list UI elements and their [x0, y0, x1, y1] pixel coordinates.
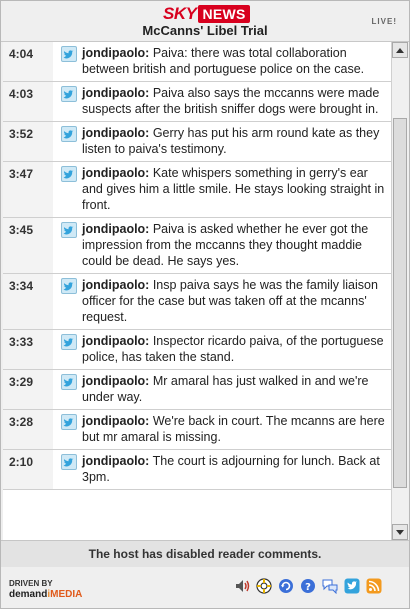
- entry-body: jondipaolo: Paiva is asked whether he ev…: [53, 218, 391, 273]
- comments-icon[interactable]: [321, 577, 339, 595]
- entry-author[interactable]: jondipaolo:: [82, 126, 149, 140]
- refresh-icon[interactable]: [277, 577, 295, 595]
- entry-text: jondipaolo: Paiva: there was total colla…: [82, 45, 385, 77]
- entry-author[interactable]: jondipaolo:: [82, 46, 149, 60]
- twitter-bird-icon: [61, 334, 77, 350]
- entry-text: jondipaolo: Insp paiva says he was the f…: [82, 277, 385, 325]
- event-title: McCanns' Libel Trial: [142, 23, 268, 38]
- twitter-bird-icon: [61, 454, 77, 470]
- entry-text: jondipaolo: Kate whispers something in g…: [82, 165, 385, 213]
- feed-entry: 3:47 jondipaolo: Kate whispers something …: [3, 162, 391, 218]
- entry-body: jondipaolo: Kate whispers something in g…: [53, 162, 391, 217]
- entry-time: 3:34: [9, 279, 34, 293]
- entry-time: 3:29: [9, 375, 34, 389]
- entry-time: 2:10: [9, 455, 34, 469]
- entry-text: jondipaolo: Paiva is asked whether he ev…: [82, 221, 385, 269]
- entry-author[interactable]: jondipaolo:: [82, 86, 149, 100]
- entry-time: 4:03: [9, 87, 34, 101]
- brand-media: MEDIA: [50, 589, 83, 600]
- svg-text:?: ?: [305, 582, 311, 593]
- feed-entry: 3:28 jondipaolo: We're back in court. The…: [3, 410, 391, 450]
- scroll-up-button[interactable]: [392, 42, 408, 58]
- entry-author[interactable]: jondipaolo:: [82, 414, 149, 428]
- entry-time: 3:33: [9, 335, 34, 349]
- entry-time: 3:28: [9, 415, 34, 429]
- entry-time: 3:47: [9, 167, 34, 181]
- entry-text: jondipaolo: Paiva also says the mccanns …: [82, 85, 385, 117]
- entry-author[interactable]: jondipaolo:: [82, 454, 149, 468]
- speaker-icon[interactable]: [233, 577, 251, 595]
- entry-time: 3:45: [9, 223, 34, 237]
- twitter-bird-icon: [61, 46, 77, 62]
- widget-footer: DRIVEN BY demandiMEDIA ?: [1, 567, 409, 608]
- feed-entry: 3:45 jondipaolo: Paiva is asked whether h…: [3, 218, 391, 274]
- widget-header: SKY NEWS McCanns' Libel Trial LIVE!: [1, 1, 409, 42]
- entry-author[interactable]: jondipaolo:: [82, 166, 149, 180]
- entry-text: jondipaolo: The court is adjourning for …: [82, 453, 385, 485]
- arrow-down-icon: [396, 529, 404, 535]
- coveritlive-widget: SKY NEWS McCanns' Libel Trial LIVE! 4:04…: [0, 0, 410, 609]
- entry-body: jondipaolo: We're back in court. The mca…: [53, 410, 391, 449]
- footer-toolbar: ?: [233, 577, 383, 595]
- entry-body: jondipaolo: The court is adjourning for …: [53, 450, 391, 489]
- entry-body: jondipaolo: Mr amaral has just walked in…: [53, 370, 391, 409]
- feed-entry: 3:29 jondipaolo: Mr amaral has just walke…: [3, 370, 391, 410]
- twitter-bird-icon: [61, 86, 77, 102]
- entry-text: jondipaolo: We're back in court. The mca…: [82, 413, 385, 445]
- twitter-icon[interactable]: [343, 577, 361, 595]
- demand-media-logo[interactable]: demandiMEDIA: [9, 589, 82, 600]
- twitter-bird-icon: [61, 278, 77, 294]
- entry-body: jondipaolo: Paiva also says the mccanns …: [53, 82, 391, 121]
- sky-news-logo: SKY NEWS: [163, 4, 250, 23]
- entry-time: 3:52: [9, 127, 34, 141]
- entry-author[interactable]: jondipaolo:: [82, 374, 149, 388]
- twitter-bird-icon: [61, 126, 77, 142]
- help-icon[interactable]: ?: [299, 577, 317, 595]
- entry-author[interactable]: jondipaolo:: [82, 334, 149, 348]
- entry-body: jondipaolo: Gerry has put his arm round …: [53, 122, 391, 161]
- twitter-bird-icon: [61, 374, 77, 390]
- comments-disabled-notice: The host has disabled reader comments.: [1, 540, 409, 568]
- live-indicator: LIVE!: [371, 17, 397, 26]
- feed-entry: 2:10 jondipaolo: The court is adjourning …: [3, 450, 391, 490]
- entry-author[interactable]: jondipaolo:: [82, 222, 149, 236]
- entry-time: 4:04: [9, 47, 34, 61]
- entry-body: jondipaolo: Inspector ricardo paiva, of …: [53, 330, 391, 369]
- feed-entry: 4:03 jondipaolo: Paiva also says the mcca…: [3, 82, 391, 122]
- feed-entry: 3:33 jondipaolo: Inspector ricardo paiva,…: [3, 330, 391, 370]
- twitter-bird-icon: [61, 166, 77, 182]
- arrow-up-icon: [396, 47, 404, 53]
- entry-body: jondipaolo: Insp paiva says he was the f…: [53, 274, 391, 329]
- feed-entry: 4:04 jondipaolo: Paiva: there was total c…: [3, 42, 391, 82]
- entry-text: jondipaolo: Gerry has put his arm round …: [82, 125, 385, 157]
- logo-sky-text: SKY: [163, 4, 197, 23]
- entry-text: jondipaolo: Mr amaral has just walked in…: [82, 373, 385, 405]
- feed-entry: 3:52 jondipaolo: Gerry has put his arm ro…: [3, 122, 391, 162]
- lifebuoy-icon[interactable]: [255, 577, 273, 595]
- entry-author[interactable]: jondipaolo:: [82, 278, 149, 292]
- twitter-bird-icon: [61, 414, 77, 430]
- rss-icon[interactable]: [365, 577, 383, 595]
- entry-text: jondipaolo: Inspector ricardo paiva, of …: [82, 333, 385, 365]
- feed-scrollbar[interactable]: [391, 42, 408, 540]
- brand-demand: demand: [9, 589, 48, 600]
- feed-entry: 3:34 jondipaolo: Insp paiva says he was t…: [3, 274, 391, 330]
- scroll-down-button[interactable]: [392, 524, 408, 540]
- scrollbar-thumb[interactable]: [393, 118, 407, 488]
- logo-news-text: NEWS: [198, 5, 250, 23]
- driven-by-label: DRIVEN BY: [9, 579, 53, 588]
- twitter-bird-icon: [61, 222, 77, 238]
- entry-body: jondipaolo: Paiva: there was total colla…: [53, 42, 391, 81]
- live-feed[interactable]: 4:04 jondipaolo: Paiva: there was total c…: [3, 42, 391, 540]
